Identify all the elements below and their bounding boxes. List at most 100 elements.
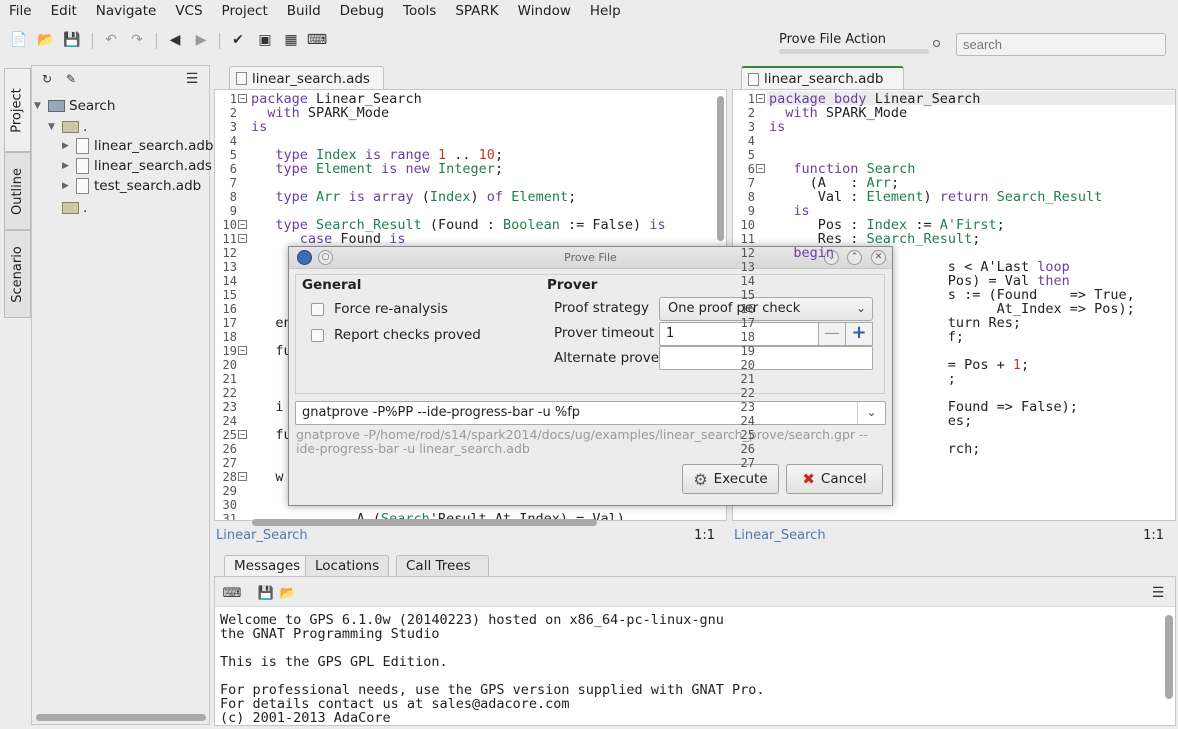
clear-broom-icon[interactable]: ⌨ xyxy=(223,584,242,602)
compile-icon[interactable]: ▦ xyxy=(282,31,300,49)
code-line: i xyxy=(251,399,284,415)
menu-help[interactable]: Help xyxy=(581,3,631,19)
open-folder-icon[interactable]: 📂 xyxy=(279,584,297,602)
back-arrow-icon[interactable]: ◀ xyxy=(166,31,184,49)
line-number: 19 xyxy=(222,344,237,358)
save-icon[interactable]: 💾 xyxy=(63,31,81,49)
tree-file-test-search-adb[interactable]: ▶ test_search.adb xyxy=(62,176,201,196)
line-number: 6 xyxy=(229,162,237,176)
line-number: 3 xyxy=(229,120,237,134)
horizontal-scrollbar[interactable] xyxy=(36,714,206,721)
tree-folder[interactable]: ▼. xyxy=(48,117,87,137)
message-line: Welcome to GPS 6.1.0w (20140223) hosted … xyxy=(220,612,724,628)
check-icon[interactable]: ✔ xyxy=(229,31,247,49)
open-folder-icon[interactable]: 📂 xyxy=(37,31,55,49)
menu-file[interactable]: File xyxy=(0,3,42,19)
fold-toggle-icon[interactable]: − xyxy=(238,472,247,481)
menu-icon[interactable]: ☰ xyxy=(1149,584,1167,602)
menu-tools[interactable]: Tools xyxy=(394,3,446,19)
line-number: 15 xyxy=(740,288,755,302)
code-line: type Arr is array (Index) of Element; xyxy=(275,189,577,205)
clean-broom-icon[interactable]: ⌨ xyxy=(307,31,327,49)
fold-toggle-icon[interactable]: − xyxy=(238,346,247,355)
force-reanalysis-checkbox[interactable] xyxy=(311,303,324,316)
code-line: w xyxy=(251,469,284,485)
refresh-icon[interactable]: ↻ xyxy=(38,70,56,88)
general-heading: General xyxy=(302,277,362,293)
menu-edit[interactable]: Edit xyxy=(42,3,87,19)
line-number: 19 xyxy=(740,344,755,358)
line-number: 26 xyxy=(740,442,755,456)
line-number: 27 xyxy=(222,456,237,470)
line-number: 28 xyxy=(222,470,237,484)
tab-messages[interactable]: Messages xyxy=(224,555,311,577)
tab-scenario[interactable]: Scenario xyxy=(4,230,31,318)
line-number: 16 xyxy=(740,302,755,316)
line-number: 14 xyxy=(740,274,755,288)
fold-toggle-icon[interactable]: − xyxy=(756,164,765,173)
menu-navigate[interactable]: Navigate xyxy=(87,3,167,19)
fold-toggle-icon[interactable]: − xyxy=(238,220,247,229)
menu-project[interactable]: Project xyxy=(213,3,278,19)
line-number: 26 xyxy=(222,442,237,456)
left-editor-vscroll[interactable] xyxy=(717,96,724,241)
execute-button[interactable]: ⚙ Execute xyxy=(682,464,779,494)
line-number: 24 xyxy=(222,414,237,428)
line-number: 21 xyxy=(740,372,755,386)
tab-linear-search-ads[interactable]: linear_search.ads xyxy=(229,66,384,90)
code-line: s < A'Last loop xyxy=(769,259,1070,275)
tab-call-trees[interactable]: Call Trees xyxy=(396,555,489,577)
tree-file-linear-search-ads[interactable]: ▶ linear_search.ads xyxy=(62,156,212,176)
fold-toggle-icon[interactable]: − xyxy=(238,234,247,243)
fold-toggle-icon[interactable]: − xyxy=(238,430,247,439)
menu-icon[interactable]: ☰ xyxy=(183,70,201,88)
tree-file-linear-search-adb[interactable]: ▶ linear_search.adb xyxy=(62,136,213,156)
code-line: Val : Element) return Search_Result xyxy=(769,189,1103,205)
fold-toggle-icon[interactable]: − xyxy=(238,94,247,103)
task-stop-icon[interactable] xyxy=(933,40,940,47)
fold-toggle-icon[interactable]: − xyxy=(756,94,765,103)
redo-icon[interactable]: ↷ xyxy=(128,31,146,49)
code-line: turn Res; xyxy=(769,315,1021,331)
tab-locations[interactable]: Locations xyxy=(305,555,390,577)
editor-linear-search-adb[interactable]: 1− package body Linear_Search 2 with SPARK… xyxy=(732,89,1176,521)
line-number: 22 xyxy=(222,386,237,400)
line-number: 17 xyxy=(740,316,755,330)
code-line: type Index is range 1 .. 10; xyxy=(275,147,504,163)
menu-window[interactable]: Window xyxy=(509,3,581,19)
tree-folder-objects[interactable]: . xyxy=(62,198,87,218)
left-editor-hscroll[interactable] xyxy=(252,519,597,526)
code-line: is xyxy=(251,119,268,135)
line-number: 30 xyxy=(222,498,237,512)
tab-outline[interactable]: Outline xyxy=(4,152,31,230)
report-checks-checkbox[interactable] xyxy=(311,329,324,342)
menu-debug[interactable]: Debug xyxy=(331,3,394,19)
forward-arrow-icon[interactable]: ▶ xyxy=(192,31,210,49)
tab-project[interactable]: Project xyxy=(4,68,31,152)
line-number: 10 xyxy=(222,218,237,232)
new-file-icon[interactable]: 📄 xyxy=(10,31,28,49)
line-number: 29 xyxy=(222,484,237,498)
search-input[interactable] xyxy=(956,33,1166,56)
edit-icon[interactable]: ✎ xyxy=(62,70,80,88)
undo-icon[interactable]: ↶ xyxy=(102,31,120,49)
line-number: 4 xyxy=(229,134,237,148)
tree-root-search[interactable]: ▼ Search xyxy=(34,96,115,116)
line-number: 10 xyxy=(740,218,755,232)
save-icon[interactable]: 💾 xyxy=(257,584,275,602)
code-line: Pos) = Val then xyxy=(769,273,1070,289)
line-number: 25 xyxy=(740,428,755,442)
tab-linear-search-adb[interactable]: linear_search.adb xyxy=(741,66,904,90)
messages-vscroll[interactable] xyxy=(1165,615,1173,699)
line-number: 1 xyxy=(747,92,755,106)
menu-spark[interactable]: SPARK xyxy=(446,3,508,19)
code-line: with SPARK_Mode xyxy=(267,105,390,121)
file-icon xyxy=(236,72,247,85)
cancel-button[interactable]: ✖ Cancel xyxy=(786,464,883,494)
menu-build[interactable]: Build xyxy=(278,3,331,19)
code-line: rch; xyxy=(769,441,981,457)
build-icon[interactable]: ▣ xyxy=(256,31,274,49)
line-number: 1 xyxy=(229,92,237,106)
code-line: ; xyxy=(769,371,956,387)
menu-vcs[interactable]: VCS xyxy=(166,3,212,19)
